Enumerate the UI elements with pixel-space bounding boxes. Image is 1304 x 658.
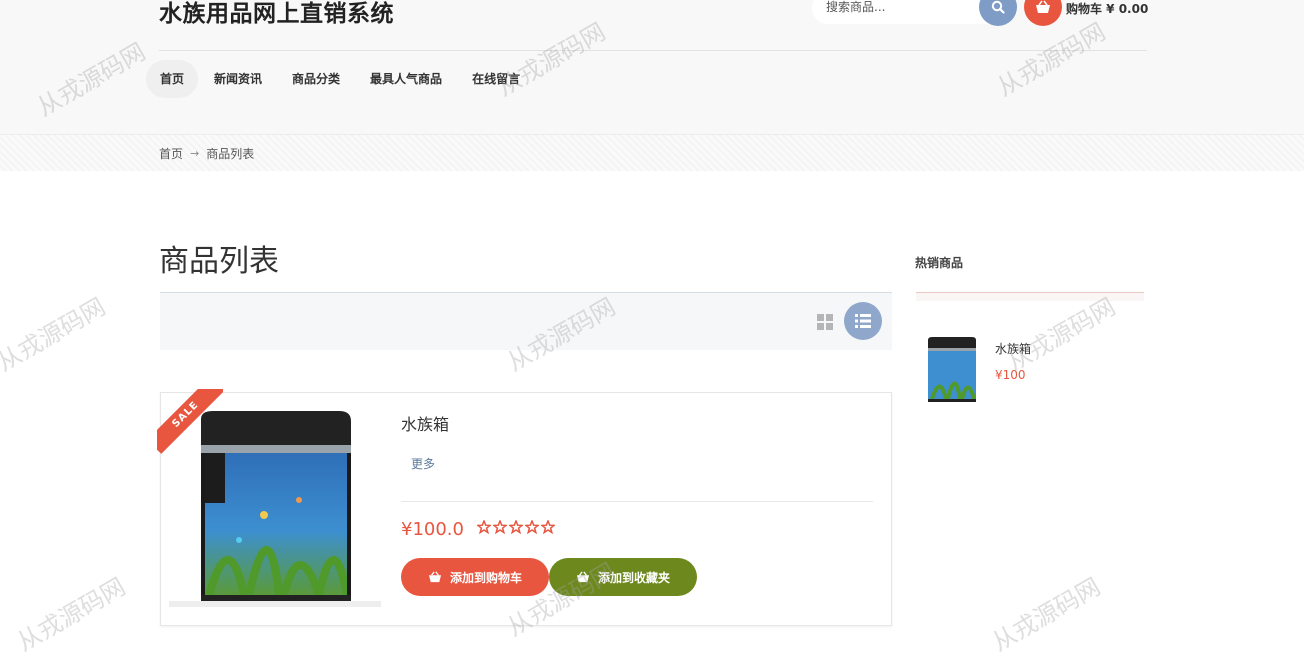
sale-badge: SALE — [157, 389, 223, 455]
list-view-icon — [855, 314, 871, 328]
product-card: SALE 水族箱 更多 ¥100.0 添加到购物车 添加到收藏夹 — [157, 389, 892, 626]
breadcrumb: 首页 → 商品列表 — [159, 145, 254, 162]
star-icon — [493, 520, 507, 534]
site-header: 水族用品网上直销系统 购物车 ¥ 0.00 首页 新闻资讯 商品分类 最具人气商… — [0, 0, 1304, 135]
card-divider — [401, 501, 873, 502]
product-price: ¥100.0 — [401, 519, 464, 540]
sidebar-product-price: ¥100 — [995, 368, 1026, 382]
nav-item-news[interactable]: 新闻资讯 — [200, 60, 276, 98]
grid-view-icon[interactable] — [817, 314, 833, 330]
nav-item-categories[interactable]: 商品分类 — [278, 60, 354, 98]
basket-icon — [1036, 0, 1050, 13]
search-icon — [991, 0, 1005, 14]
product-name[interactable]: 水族箱 — [401, 411, 449, 435]
page-title: 商品列表 — [159, 244, 279, 279]
site-title[interactable]: 水族用品网上直销系统 — [159, 0, 394, 28]
watermark: 从戎源码网 — [987, 572, 1106, 657]
sale-badge-label: SALE — [157, 389, 223, 454]
add-to-favorites-label: 添加到收藏夹 — [597, 570, 670, 585]
rating-stars — [477, 520, 555, 534]
sidebar-product-name[interactable]: 水族箱 — [995, 340, 1031, 357]
cart-total[interactable]: 购物车 ¥ 0.00 — [1066, 0, 1148, 17]
sidebar-title: 热销商品 — [915, 256, 964, 270]
list-view-button[interactable] — [844, 302, 882, 340]
basket-icon — [576, 571, 589, 583]
sidebar-product-image[interactable] — [922, 336, 980, 404]
star-icon — [525, 520, 539, 534]
nav-item-home[interactable]: 首页 — [146, 60, 199, 98]
star-icon — [541, 520, 555, 534]
view-toolbar — [160, 292, 892, 350]
add-to-cart-label: 添加到购物车 — [449, 570, 522, 585]
breadcrumb-bar: 首页 → 商品列表 — [0, 135, 1304, 171]
basket-icon — [428, 571, 441, 583]
breadcrumb-home[interactable]: 首页 — [159, 145, 183, 162]
add-to-favorites-button[interactable]: 添加到收藏夹 — [549, 558, 697, 596]
watermark: 从戎源码网 — [12, 572, 131, 657]
search-input[interactable] — [826, 0, 976, 14]
nav-item-popular[interactable]: 最具人气商品 — [356, 60, 456, 98]
more-link[interactable]: 更多 — [411, 455, 435, 472]
cart-button[interactable] — [1024, 0, 1062, 26]
breadcrumb-separator-icon: → — [190, 147, 200, 160]
sidebar-divider — [916, 292, 1144, 301]
watermark: 从戎源码网 — [0, 292, 111, 377]
nav-item-messages[interactable]: 在线留言 — [458, 60, 534, 98]
header-divider — [159, 50, 1147, 51]
add-to-cart-button[interactable]: 添加到购物车 — [401, 558, 549, 596]
breadcrumb-current: 商品列表 — [206, 147, 255, 161]
star-icon — [509, 520, 523, 534]
star-icon — [477, 520, 491, 534]
main-nav: 首页 新闻资讯 商品分类 最具人气商品 在线留言 — [146, 60, 536, 98]
